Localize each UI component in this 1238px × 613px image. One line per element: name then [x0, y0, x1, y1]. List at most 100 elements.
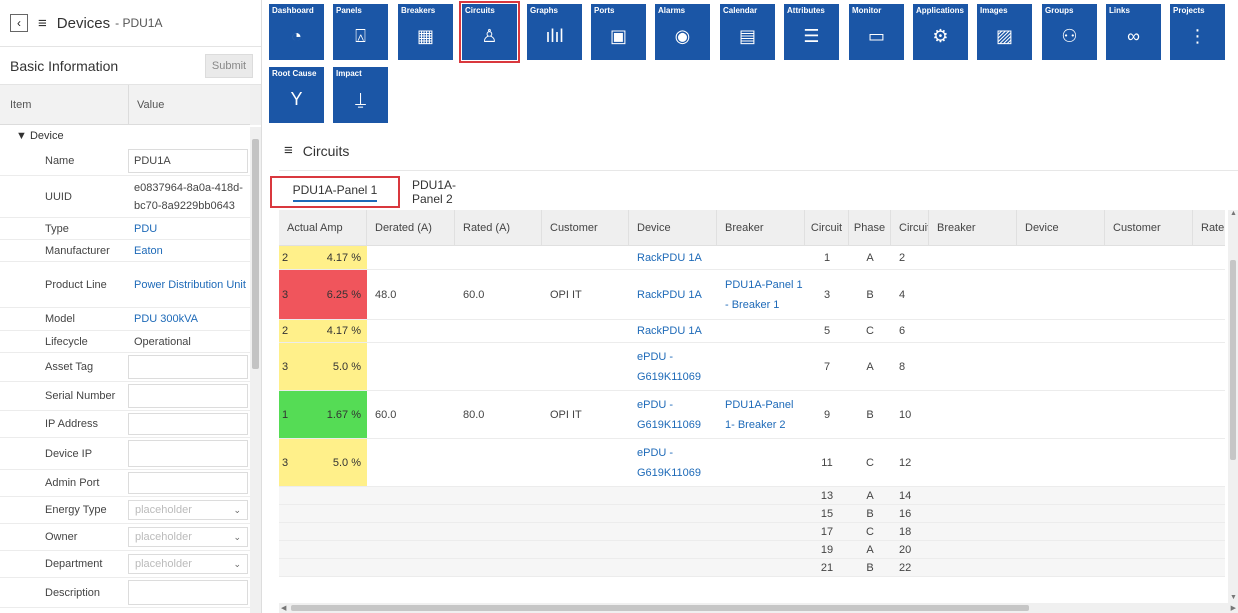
- menu-icon[interactable]: ≡: [38, 15, 47, 32]
- property-row: Type PDU: [0, 218, 261, 240]
- table-row[interactable]: 3 5.0 % ePDU - G619K11069 7 A 8: [279, 343, 1225, 391]
- scrollbar-thumb[interactable]: [1230, 260, 1236, 460]
- table-row[interactable]: 2 4.17 % RackPDU 1A 1 A 2: [279, 246, 1225, 270]
- tab-panel-1[interactable]: PDU1A-Panel 1: [270, 176, 400, 208]
- toolbar-graphs-button[interactable]: Graphs ılıl: [527, 4, 582, 60]
- toolbar-label: Circuits: [465, 6, 495, 15]
- column-header[interactable]: Breaker: [717, 210, 805, 246]
- property-input[interactable]: [128, 472, 248, 494]
- property-value: PDU1A: [134, 155, 171, 167]
- property-select[interactable]: placeholder ⌄: [128, 554, 248, 574]
- table-row[interactable]: 3 6.25 % 48.0 60.0 OPI IT RackPDU 1A PDU1A-Pan…: [279, 270, 1225, 320]
- toolbar-alarms-button[interactable]: Alarms ◉: [655, 4, 710, 60]
- device-link[interactable]: ePDU - G619K11069: [629, 391, 717, 438]
- breaker-link[interactable]: PDU1A-Panel 1 - Breaker 1: [717, 270, 805, 319]
- projects-icon: ⋮: [1188, 26, 1207, 46]
- table-row[interactable]: 15 B 16: [279, 505, 1225, 523]
- table-row[interactable]: 2 4.17 % RackPDU 1A 5 C 6: [279, 320, 1225, 343]
- property-select[interactable]: placeholder ⌄: [128, 500, 248, 520]
- table-row[interactable]: 19 A 20: [279, 541, 1225, 559]
- toolbar-breakers-button[interactable]: Breakers ▦: [398, 4, 453, 60]
- toolbar-circuits-button[interactable]: Circuits ♙: [459, 1, 520, 63]
- property-link[interactable]: PDU: [134, 220, 252, 238]
- submit-button[interactable]: Submit: [205, 53, 253, 78]
- column-header[interactable]: Breaker: [929, 210, 1017, 246]
- table-vertical-scrollbar[interactable]: ▲ ▼: [1228, 210, 1238, 603]
- scrollbar-thumb[interactable]: [252, 139, 259, 369]
- property-input[interactable]: [128, 384, 248, 408]
- toolbar-impact-button[interactable]: Impact ⍊: [333, 67, 388, 123]
- toolbar-root-cause-button[interactable]: Root Cause Y: [269, 67, 324, 123]
- table-row[interactable]: 1 1.67 % 60.0 80.0 OPI IT ePDU - G619K11069 PD…: [279, 391, 1225, 439]
- toolbar-label: Dashboard: [272, 6, 314, 15]
- property-link[interactable]: Eaton: [134, 242, 252, 260]
- scroll-left-icon[interactable]: ◀: [281, 604, 286, 612]
- device-link[interactable]: RackPDU 1A: [629, 320, 717, 342]
- property-input[interactable]: [128, 355, 248, 379]
- property-link[interactable]: PDU 300kVA: [134, 310, 252, 328]
- property-input[interactable]: [128, 413, 248, 435]
- property-label: Name: [45, 155, 75, 167]
- column-header[interactable]: Circuit: [805, 210, 849, 246]
- device-link[interactable]: RackPDU 1A: [629, 246, 717, 269]
- table-row[interactable]: 21 B 22: [279, 559, 1225, 577]
- header-scrollbar[interactable]: [250, 85, 261, 125]
- table-row[interactable]: 3 5.0 % ePDU - G619K11069 11 C 12: [279, 439, 1225, 487]
- customer-cell: OPI IT: [550, 408, 582, 421]
- links-icon: ∞: [1127, 26, 1140, 46]
- column-header[interactable]: Rated (A): [455, 210, 542, 246]
- column-header[interactable]: Customer: [1105, 210, 1193, 246]
- device-link[interactable]: ePDU - G619K11069: [629, 343, 717, 390]
- toolbar-links-button[interactable]: Links ∞: [1106, 4, 1161, 60]
- properties-scrollbar[interactable]: [250, 127, 261, 613]
- left-panel: ‹ ≡ Devices - PDU1A Basic Information Su…: [0, 0, 262, 613]
- column-header[interactable]: Device: [629, 210, 717, 246]
- root-cause-icon: Y: [290, 89, 303, 109]
- toolbar-ports-button[interactable]: Ports ▣: [591, 4, 646, 60]
- toolbar-projects-button[interactable]: Projects ⋮: [1170, 4, 1225, 60]
- property-label: IP Address: [45, 418, 98, 430]
- scroll-down-icon[interactable]: ▼: [1230, 594, 1237, 601]
- circuit-cell: 3: [823, 288, 831, 301]
- property-select[interactable]: placeholder ⌄: [128, 527, 248, 547]
- toolbar-groups-button[interactable]: Groups ⚇: [1042, 4, 1097, 60]
- column-header[interactable]: Actual Amp: [279, 210, 367, 246]
- device-link[interactable]: ePDU - G619K11069: [629, 439, 717, 486]
- toolbar-panels-button[interactable]: Panels ⍓: [333, 4, 388, 60]
- breaker-link[interactable]: PDU1A-Panel 1- Breaker 2: [717, 391, 805, 438]
- amp-level: 3: [282, 360, 289, 373]
- property-input[interactable]: [128, 580, 248, 605]
- toolbar-images-button[interactable]: Images ▨: [977, 4, 1032, 60]
- toolbar-dashboard-button[interactable]: Dashboard ◔: [269, 4, 324, 60]
- phase-cell: B: [866, 288, 874, 301]
- toolbar-calendar-button[interactable]: Calendar ▤: [720, 4, 775, 60]
- toolbar-monitor-button[interactable]: Monitor ▭: [849, 4, 904, 60]
- property-link[interactable]: Power Distribution Unit: [134, 276, 252, 294]
- table-row[interactable]: 17 C 18: [279, 523, 1225, 541]
- device-group-toggle[interactable]: ▼ Device: [0, 125, 261, 147]
- scrollbar-thumb[interactable]: [291, 605, 1029, 611]
- column-header[interactable]: Derated (A): [367, 210, 455, 246]
- toolbar-attributes-button[interactable]: Attributes ☰: [784, 4, 839, 60]
- property-row: Owner placeholder ⌄: [0, 524, 261, 551]
- table-horizontal-scrollbar[interactable]: ◀ ▶: [279, 603, 1238, 613]
- property-input[interactable]: [128, 440, 248, 467]
- scroll-up-icon[interactable]: ▲: [1230, 210, 1237, 217]
- column-header[interactable]: Rate: [1193, 210, 1225, 246]
- section-title: Circuits: [302, 142, 350, 159]
- property-label: Energy Type: [45, 504, 107, 516]
- column-header[interactable]: Device: [1017, 210, 1105, 246]
- table-row[interactable]: 13 A 14: [279, 487, 1225, 505]
- toolbar-applications-button[interactable]: Applications ⚙: [913, 4, 968, 60]
- circuit-cell: 7: [823, 360, 831, 373]
- back-button[interactable]: ‹: [10, 14, 28, 32]
- tab-panel-2[interactable]: PDU1A-Panel 2: [412, 176, 456, 208]
- property-row: Admin Port: [0, 470, 261, 497]
- column-header[interactable]: Customer: [542, 210, 629, 246]
- device-link[interactable]: RackPDU 1A: [629, 270, 717, 319]
- column-header[interactable]: Phase: [849, 210, 891, 246]
- scroll-right-icon[interactable]: ▶: [1231, 604, 1236, 612]
- select-placeholder: placeholder: [135, 531, 192, 543]
- column-header[interactable]: Circuit: [891, 210, 929, 246]
- menu-icon[interactable]: ≡: [284, 142, 293, 159]
